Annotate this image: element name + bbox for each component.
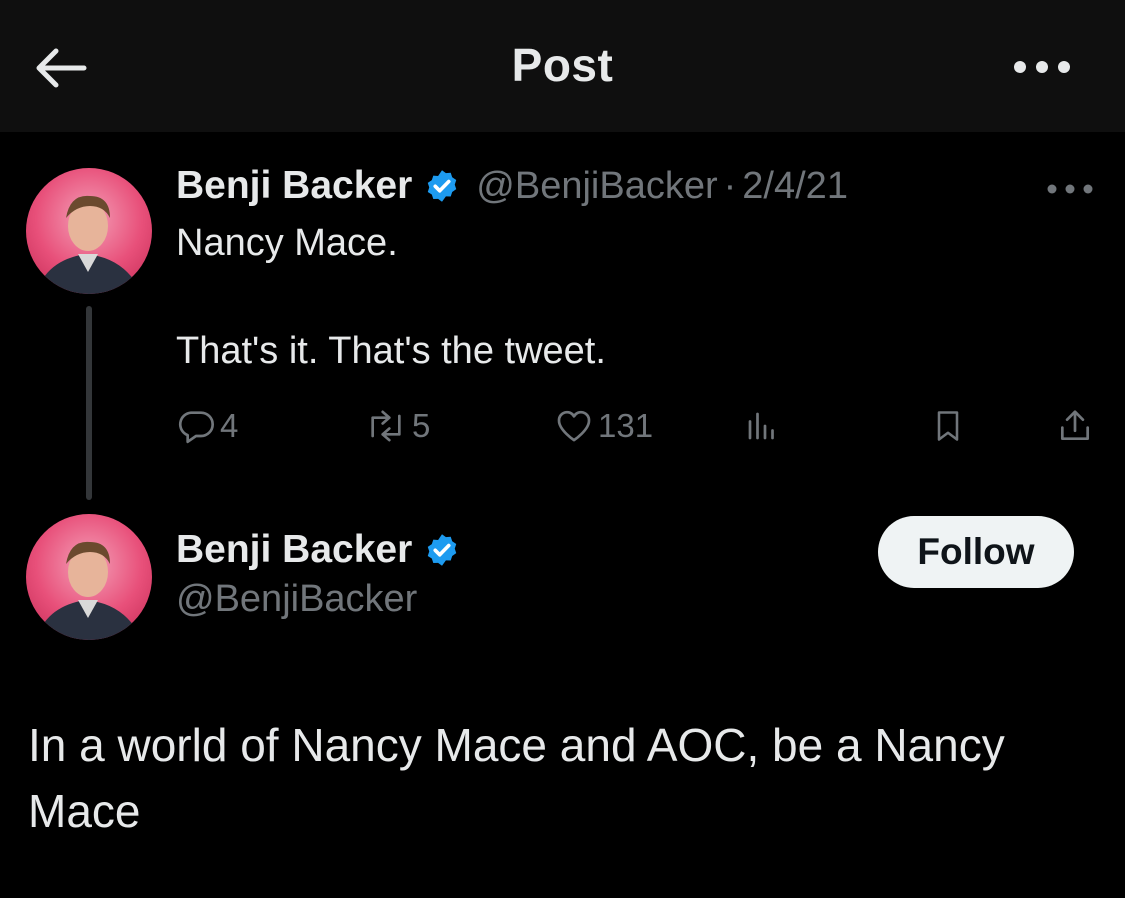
share-icon bbox=[1060, 410, 1090, 441]
views-button[interactable] bbox=[744, 402, 780, 450]
reply-icon bbox=[178, 411, 214, 444]
more-horizontal-icon bbox=[1014, 61, 1070, 73]
follow-button[interactable]: Follow bbox=[878, 516, 1074, 588]
thread-connector bbox=[86, 306, 92, 500]
avatar[interactable] bbox=[26, 514, 152, 640]
like-count: 131 bbox=[598, 407, 654, 444]
retweet-icon bbox=[371, 410, 401, 442]
bookmark-icon bbox=[937, 411, 959, 441]
author-name[interactable]: Benji Backer bbox=[176, 164, 412, 208]
tweet-more-button[interactable] bbox=[1040, 172, 1100, 206]
author-line: Benji Backer bbox=[176, 528, 460, 572]
reply-count: 4 bbox=[220, 407, 239, 444]
share-button[interactable] bbox=[1056, 402, 1094, 450]
tweet-text-line-2: That's it. That's the tweet. bbox=[176, 330, 606, 372]
avatar-image bbox=[26, 514, 152, 640]
analytics-icon bbox=[748, 412, 774, 440]
tweet-text-line-1: Nancy Mace. bbox=[176, 222, 398, 264]
verified-badge-icon bbox=[424, 532, 460, 568]
author-handle[interactable]: @BenjiBacker bbox=[476, 165, 717, 208]
tweet-date[interactable]: 2/4/21 bbox=[742, 165, 848, 208]
retweet-button[interactable]: 5 bbox=[364, 402, 430, 450]
heart-icon bbox=[557, 410, 591, 442]
page-title: Post bbox=[511, 39, 614, 91]
author-line: Benji Backer @BenjiBacker · 2/4/21 bbox=[176, 164, 848, 208]
avatar[interactable] bbox=[26, 168, 152, 294]
top-bar: Post bbox=[0, 0, 1125, 132]
more-options-button[interactable] bbox=[1006, 46, 1078, 88]
author-handle[interactable]: @BenjiBacker bbox=[176, 578, 417, 621]
retweet-count: 5 bbox=[412, 407, 431, 444]
more-horizontal-icon bbox=[1047, 184, 1093, 194]
separator-dot: · bbox=[723, 164, 737, 207]
bookmark-button[interactable] bbox=[930, 402, 966, 450]
verified-badge-icon bbox=[424, 168, 460, 204]
like-button[interactable]: 131 bbox=[554, 402, 653, 450]
tweet-text: In a world of Nancy Mace and AOC, be a N… bbox=[28, 719, 1005, 837]
reply-button[interactable]: 4 bbox=[176, 402, 238, 450]
avatar-image bbox=[26, 168, 152, 294]
author-name[interactable]: Benji Backer bbox=[176, 528, 412, 572]
